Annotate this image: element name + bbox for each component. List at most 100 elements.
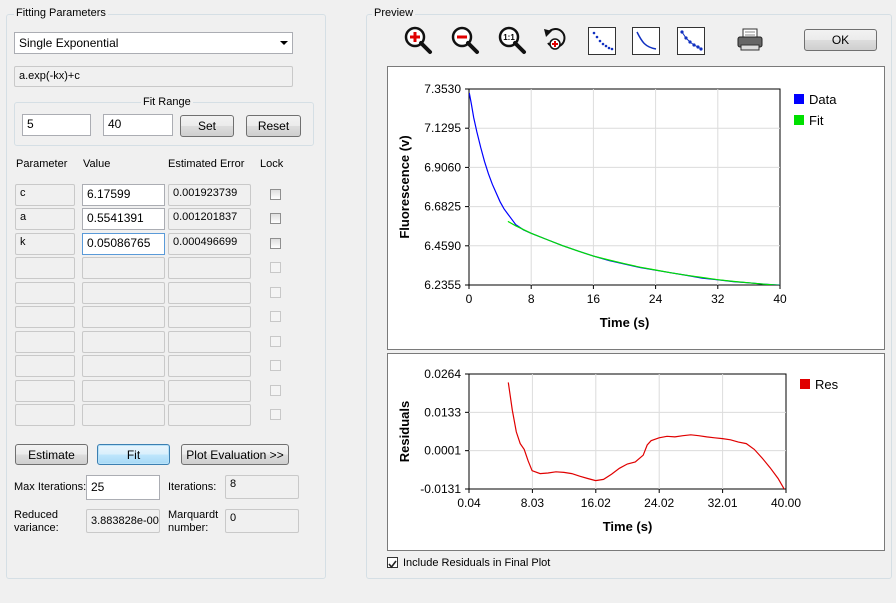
param-lock-checkbox[interactable] xyxy=(270,287,281,298)
legend-label-fit: Fit xyxy=(809,113,824,128)
max-iterations-input[interactable]: 25 xyxy=(86,475,160,500)
param-value-input[interactable] xyxy=(82,257,165,279)
model-select-value: Single Exponential xyxy=(19,36,119,50)
y-tick-label: 0.0264 xyxy=(424,367,461,381)
param-value-input[interactable] xyxy=(82,331,165,353)
print-icon[interactable] xyxy=(735,27,765,57)
x-tick-label: 24 xyxy=(649,292,663,306)
legend-swatch-data xyxy=(794,94,804,104)
param-error-cell xyxy=(168,306,251,328)
ok-button[interactable]: OK xyxy=(804,29,877,51)
legend-swatch-res xyxy=(800,379,810,389)
residuals-plot-panel: 0.04 8.03 16.02 24.02 32.01 40.00 0.0264 0.0133… xyxy=(387,353,885,551)
zoom-reset-icon[interactable] xyxy=(542,25,572,55)
include-residuals-label: Include Residuals in Final Plot xyxy=(403,557,551,569)
estimate-button[interactable]: Estimate xyxy=(15,444,88,465)
iterations-label: Iterations: xyxy=(168,481,217,493)
main-plot-panel: 0 8 16 24 32 40 7.3530 7.1295 6.9060 6.6825 6.4590… xyxy=(387,66,885,350)
param-name-cell xyxy=(15,355,75,377)
plot-evaluation-button[interactable]: Plot Evaluation >> xyxy=(181,444,289,465)
include-residuals-checkbox[interactable] xyxy=(387,557,398,569)
param-error-cell xyxy=(168,331,251,353)
y-tick-label: 0.0001 xyxy=(424,444,461,458)
y-tick-label: 6.2355 xyxy=(424,278,461,292)
param-lock-checkbox[interactable] xyxy=(270,238,281,249)
param-name-cell xyxy=(15,257,75,279)
param-value-input[interactable]: 0.05086765 xyxy=(82,233,165,255)
y-axis-label: Residuals xyxy=(397,401,412,462)
fit-range-from-input[interactable]: 5 xyxy=(22,114,91,136)
param-lock-checkbox[interactable] xyxy=(270,262,281,273)
x-tick-label: 40.00 xyxy=(771,496,801,510)
x-tick-label: 0.04 xyxy=(457,496,481,510)
y-axis-label: Fluorescence (v) xyxy=(397,135,412,238)
param-error-cell xyxy=(168,404,251,426)
x-tick-label: 32.01 xyxy=(708,496,738,510)
zoom-in-icon[interactable] xyxy=(403,25,433,55)
param-lock-checkbox[interactable] xyxy=(270,336,281,347)
header-parameter: Parameter xyxy=(16,158,68,170)
y-tick-label: 7.3530 xyxy=(424,82,461,96)
legend-label-res: Res xyxy=(815,377,839,392)
reduced-variance-label-line2: variance: xyxy=(14,522,59,534)
x-tick-label: 0 xyxy=(466,292,473,306)
param-lock-checkbox[interactable] xyxy=(270,213,281,224)
y-tick-label: 6.6825 xyxy=(424,200,461,214)
param-name-cell: k xyxy=(15,233,75,255)
x-tick-label: 40 xyxy=(773,292,787,306)
zoom-out-icon[interactable] xyxy=(450,25,480,55)
param-error-cell: 0.001923739 xyxy=(168,184,251,206)
x-tick-label: 24.02 xyxy=(644,496,674,510)
param-value-input[interactable]: 6.17599 xyxy=(82,184,165,206)
param-value-input[interactable] xyxy=(82,355,165,377)
fit-button[interactable]: Fit xyxy=(97,444,170,465)
legend-swatch-fit xyxy=(794,115,804,125)
x-tick-label: 32 xyxy=(711,292,725,306)
y-tick-label: 6.4590 xyxy=(424,239,461,253)
param-name-cell: c xyxy=(15,184,75,206)
param-value-input[interactable] xyxy=(82,380,165,402)
param-lock-checkbox[interactable] xyxy=(270,360,281,371)
param-value-input[interactable] xyxy=(82,404,165,426)
param-value-input[interactable] xyxy=(82,306,165,328)
equation-display: a.exp(-kx)+c xyxy=(14,66,293,87)
zoom-fit-icon[interactable]: 1:1 xyxy=(497,25,527,55)
dots-line-view-icon[interactable] xyxy=(677,27,705,55)
param-value-input[interactable]: 0.5541391 xyxy=(82,208,165,230)
checkmark-icon xyxy=(388,560,397,569)
param-name-cell xyxy=(15,306,75,328)
header-estimated-error: Estimated Error xyxy=(168,158,245,170)
param-error-cell xyxy=(168,380,251,402)
param-error-cell xyxy=(168,282,251,304)
residuals-plot: 0.04 8.03 16.02 24.02 32.01 40.00 0.0264 0.0133… xyxy=(397,367,839,534)
marquardt-label-line2: number: xyxy=(168,522,209,534)
header-lock: Lock xyxy=(260,158,284,170)
param-name-cell xyxy=(15,282,75,304)
param-lock-checkbox[interactable] xyxy=(270,311,281,322)
param-value-input[interactable] xyxy=(82,282,165,304)
reset-button[interactable]: Reset xyxy=(246,115,301,137)
param-lock-checkbox[interactable] xyxy=(270,385,281,396)
param-lock-checkbox[interactable] xyxy=(270,409,281,420)
chevron-down-icon[interactable] xyxy=(280,41,288,45)
reduced-variance-label-line1: Reduced xyxy=(14,509,59,521)
main-plot: 0 8 16 24 32 40 7.3530 7.1295 6.9060 6.6825 6.4590… xyxy=(397,82,837,330)
param-lock-checkbox[interactable] xyxy=(270,189,281,200)
param-name-cell: a xyxy=(15,208,75,230)
line-view-icon[interactable] xyxy=(632,27,660,55)
marquardt-display: 0 xyxy=(225,509,299,533)
param-name-cell xyxy=(15,380,75,402)
x-axis-label: Time (s) xyxy=(603,519,653,534)
dots-view-icon[interactable] xyxy=(588,27,616,55)
x-axis-label: Time (s) xyxy=(600,315,650,330)
marquardt-label-line1: Marquardt xyxy=(168,509,219,521)
svg-text:1:1: 1:1 xyxy=(503,33,515,42)
param-error-cell: 0.001201837 xyxy=(168,208,251,230)
preview-title: Preview xyxy=(372,7,416,19)
fit-range-to-input[interactable]: 40 xyxy=(103,114,173,136)
param-error-cell: 0.000496699 xyxy=(168,233,251,255)
model-select[interactable]: Single Exponential xyxy=(14,32,293,54)
y-tick-label: 6.9060 xyxy=(424,160,461,174)
fit-range-title: Fit Range xyxy=(141,96,193,108)
set-button[interactable]: Set xyxy=(180,115,234,137)
